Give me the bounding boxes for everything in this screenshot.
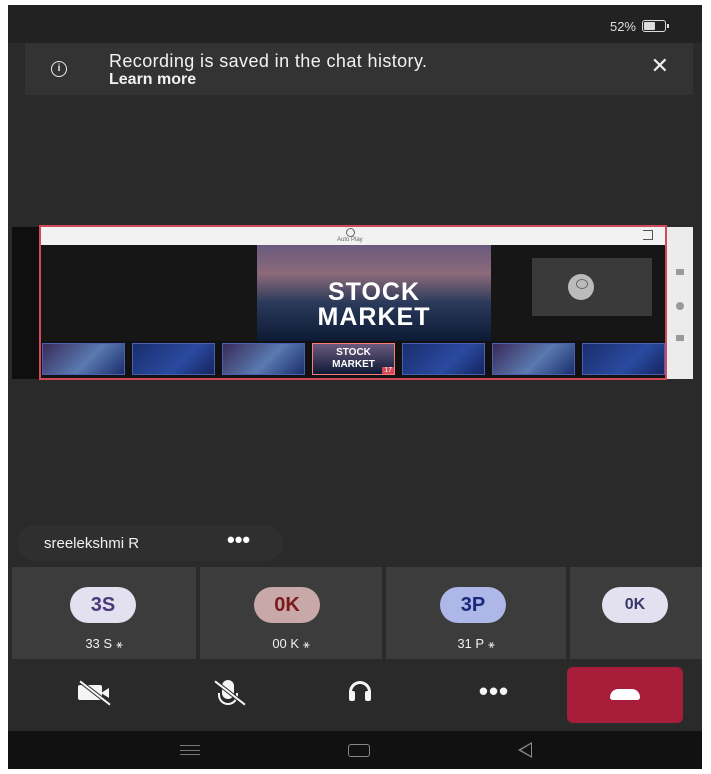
participant-tiles: 3S 33 S ⚹ 0K 00 K ⚹ 3P 31 P ⚹ 0K (8, 567, 702, 659)
call-controls: ••• (8, 659, 702, 731)
more-actions-button[interactable]: ••• (466, 669, 522, 719)
mic-muted-icon: ⚹ (303, 639, 310, 651)
presenter-name: sreelekshmi R (44, 535, 140, 552)
record-icon[interactable] (676, 302, 684, 310)
current-slide: STOCK MARKET (257, 245, 491, 341)
presentation-toolbar: Auto Play (41, 227, 665, 245)
shared-screen[interactable]: Auto Play STOCK MARKET STOCK MARKET 17 (39, 225, 667, 380)
participant-label: 33 S ⚹ (85, 636, 123, 651)
mic-muted-icon: ⚹ (116, 639, 123, 651)
back-icon[interactable] (518, 742, 532, 758)
banner-message: Recording is saved in the chat history. (109, 51, 428, 71)
avatar-icon (568, 274, 594, 300)
play-icon[interactable] (346, 228, 355, 237)
mic-toggle-button[interactable] (201, 669, 257, 719)
share-left-edge (12, 227, 42, 379)
slide-thumbnail[interactable] (132, 343, 215, 375)
teams-call-screen: 52% i Recording is saved in the chat his… (8, 5, 702, 769)
participant-label: 00 K ⚹ (272, 636, 310, 651)
presenter-name-chip[interactable]: sreelekshmi R ••• (17, 525, 283, 561)
participant-avatar: 3S (70, 587, 136, 623)
exit-icon[interactable] (643, 230, 653, 240)
slide-title-line2: MARKET (317, 303, 431, 331)
system-nav-bar (8, 731, 702, 769)
battery-icon (642, 20, 669, 32)
camera-toggle-button[interactable] (66, 669, 122, 719)
status-bar: 52% (8, 5, 702, 43)
slide-thumbnail[interactable] (492, 343, 575, 375)
autoplay-label: Auto Play (337, 237, 363, 243)
hangup-button[interactable] (567, 667, 683, 723)
battery-percent: 52% (609, 19, 636, 34)
recent-apps-icon[interactable] (180, 745, 200, 755)
participant-avatar: 3P (440, 587, 506, 623)
thumb-number: 17 (382, 367, 394, 374)
phone-hangup-icon (610, 689, 640, 700)
slide-thumbnail[interactable] (402, 343, 485, 375)
participant-tile[interactable]: 0K (570, 567, 702, 659)
slide-thumbnails: STOCK MARKET 17 (41, 343, 665, 377)
participant-tile[interactable]: 3S 33 S ⚹ (12, 567, 196, 659)
collapse-icon[interactable] (676, 269, 684, 275)
close-icon[interactable]: ✕ (651, 53, 669, 79)
participant-tile[interactable]: 3P 31 P ⚹ (386, 567, 566, 659)
more-options-icon[interactable]: ••• (227, 527, 250, 553)
slide-thumbnail[interactable] (42, 343, 125, 375)
slide-thumbnail-current[interactable]: STOCK MARKET 17 (312, 343, 395, 375)
info-icon: i (51, 61, 67, 77)
stop-icon[interactable] (676, 335, 684, 341)
learn-more-link[interactable]: Learn more (109, 71, 196, 89)
mic-muted-icon: ⚹ (488, 639, 495, 651)
home-icon[interactable] (348, 744, 370, 757)
audio-button[interactable] (332, 669, 388, 719)
share-side-panel (667, 227, 693, 379)
participant-label: 31 P ⚹ (457, 636, 495, 651)
recording-banner: i Recording is saved in the chat history… (25, 43, 693, 95)
participant-tile[interactable]: 0K 00 K ⚹ (200, 567, 382, 659)
slide-area: STOCK MARKET (41, 245, 665, 341)
slide-thumbnail[interactable] (222, 343, 305, 375)
slide-thumbnail[interactable] (582, 343, 665, 375)
participant-avatar: 0K (602, 587, 668, 623)
participant-avatar: 0K (254, 587, 320, 623)
presenter-video-tile (532, 258, 652, 316)
